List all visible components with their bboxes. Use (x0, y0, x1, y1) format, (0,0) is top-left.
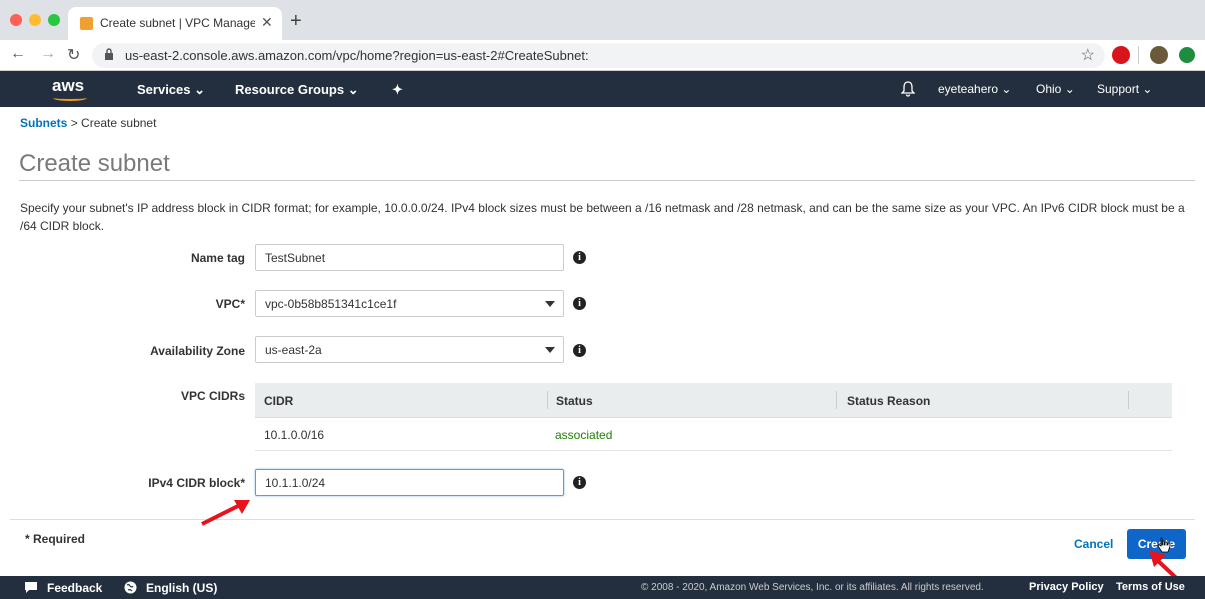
page-title: Create subnet (19, 150, 170, 177)
dropdown-caret-icon (545, 347, 555, 353)
back-icon[interactable]: ← (10, 45, 26, 63)
required-note: * Required (25, 532, 86, 546)
breadcrumb-separator: > (70, 116, 78, 130)
ipv4-cidr-input[interactable]: 10.1.1.0/24 (255, 469, 564, 496)
url-field[interactable]: us-east-2.console.aws.amazon.com/vpc/hom… (92, 43, 1105, 68)
support-menu[interactable]: Support ⌄ (1097, 82, 1152, 96)
url-text: us-east-2.console.aws.amazon.com/vpc/hom… (125, 48, 589, 63)
aws-smile-icon (53, 95, 87, 101)
browser-tab-bar: Create subnet | VPC Managem ✕ + (0, 0, 1205, 40)
language-selector[interactable]: English (US) (146, 581, 217, 595)
tab-title: Create subnet | VPC Managem (100, 16, 255, 30)
update-extension-icon[interactable] (1179, 47, 1195, 63)
name-tag-info-icon[interactable]: i (573, 251, 586, 264)
close-tab-icon[interactable]: ✕ (261, 14, 273, 31)
notifications-bell-icon[interactable] (901, 81, 915, 97)
ipv4-cidr-label: IPv4 CIDR block* (148, 476, 245, 490)
table-header: CIDR Status Status Reason (255, 383, 1172, 418)
privacy-policy-link[interactable]: Privacy Policy (1029, 581, 1104, 593)
profile-avatar-icon[interactable] (1150, 46, 1168, 64)
browser-tab[interactable]: Create subnet | VPC Managem ✕ (68, 7, 282, 40)
dropdown-caret-icon (545, 301, 555, 307)
account-menu[interactable]: eyeteahero ⌄ (938, 82, 1011, 96)
name-tag-label: Name tag (190, 251, 245, 265)
close-window-button[interactable] (10, 14, 22, 26)
breadcrumb-current: Create subnet (81, 116, 157, 130)
breadcrumb: Subnets > Create subnet (20, 116, 156, 130)
forward-icon[interactable]: → (40, 45, 56, 63)
availability-zone-select[interactable]: us-east-2a (255, 336, 564, 363)
browser-address-bar: ← → ↻ us-east-2.console.aws.amazon.com/v… (0, 40, 1205, 71)
reload-icon[interactable]: ↻ (67, 45, 80, 65)
terms-of-use-link[interactable]: Terms of Use (1116, 581, 1185, 593)
services-menu[interactable]: Services ⌄ (137, 82, 205, 98)
column-header-cidr[interactable]: CIDR (264, 394, 293, 408)
availability-zone-info-icon[interactable]: i (573, 344, 586, 357)
lock-icon (105, 48, 113, 60)
copyright-text: © 2008 - 2020, Amazon Web Services, Inc.… (641, 582, 984, 593)
console-footer-bar: Feedback English (US) © 2008 - 2020, Ama… (0, 576, 1205, 599)
chevron-down-icon: ⌄ (1064, 82, 1075, 96)
vpc-label: VPC* (215, 297, 245, 311)
column-header-status[interactable]: Status (556, 394, 593, 408)
ipv4-cidr-info-icon[interactable]: i (573, 476, 586, 489)
aws-top-navigation: aws Services ⌄ Resource Groups ⌄ ✦ eyete… (0, 71, 1205, 107)
cancel-button[interactable]: Cancel (1074, 537, 1113, 551)
toolbar-divider (1138, 46, 1139, 64)
region-menu[interactable]: Ohio ⌄ (1036, 82, 1075, 96)
column-divider (1128, 391, 1129, 409)
chevron-down-icon: ⌄ (194, 82, 206, 97)
resource-groups-menu[interactable]: Resource Groups ⌄ (235, 82, 359, 98)
new-tab-icon[interactable]: + (290, 10, 302, 33)
aws-favicon-icon (80, 17, 93, 30)
vpc-info-icon[interactable]: i (573, 297, 586, 310)
column-divider (547, 391, 548, 409)
page-description: Specify your subnet's IP address block i… (20, 201, 1185, 233)
pin-icon[interactable]: ✦ (392, 82, 403, 98)
table-row: 10.1.0.0/16 associated (255, 418, 1172, 451)
chevron-down-icon: ⌄ (1142, 82, 1153, 96)
column-header-status-reason[interactable]: Status Reason (847, 394, 930, 408)
chevron-down-icon: ⌄ (347, 82, 359, 97)
vpc-cidrs-table: CIDR Status Status Reason 10.1.0.0/16 as… (255, 383, 1172, 451)
maximize-window-button[interactable] (48, 14, 60, 26)
vpc-select[interactable]: vpc-0b58b851341c1ce1f (255, 290, 564, 317)
hand-cursor-icon (1157, 537, 1171, 553)
breadcrumb-subnets-link[interactable]: Subnets (20, 116, 67, 130)
globe-icon (124, 581, 137, 594)
footer-divider (10, 519, 1195, 520)
title-divider (19, 180, 1195, 181)
cell-status: associated (555, 428, 613, 442)
feedback-link[interactable]: Feedback (47, 581, 102, 595)
chevron-down-icon: ⌄ (1001, 82, 1012, 96)
adblock-extension-icon[interactable] (1112, 46, 1130, 64)
vpc-cidrs-label: VPC CIDRs (180, 389, 245, 403)
bookmark-star-icon[interactable]: ☆ (1081, 45, 1095, 65)
feedback-icon (25, 582, 37, 593)
column-divider (836, 391, 837, 409)
minimize-window-button[interactable] (29, 14, 41, 26)
aws-logo[interactable]: aws (52, 76, 84, 96)
annotation-arrow-icon (201, 500, 250, 526)
availability-zone-label: Availability Zone (150, 344, 245, 358)
name-tag-input[interactable]: TestSubnet (255, 244, 564, 271)
cell-cidr: 10.1.0.0/16 (264, 428, 325, 442)
